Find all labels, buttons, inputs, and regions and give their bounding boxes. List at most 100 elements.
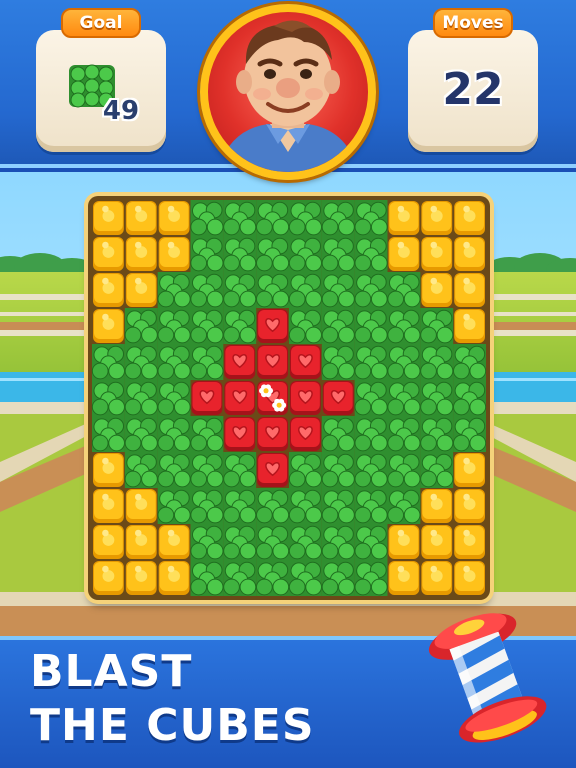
- red-heart-cube[interactable]: [191, 381, 223, 415]
- yellow-cube[interactable]: [93, 201, 124, 235]
- clover[interactable]: [354, 344, 388, 380]
- clover[interactable]: [190, 200, 224, 236]
- clover[interactable]: [288, 488, 323, 524]
- red-heart-cube-with-flower[interactable]: [257, 381, 288, 415]
- red-heart-cube[interactable]: [290, 417, 321, 451]
- red-heart-cube[interactable]: [290, 345, 321, 379]
- clover[interactable]: [387, 308, 421, 344]
- yellow-cube[interactable]: [125, 489, 157, 523]
- yellow-cube[interactable]: [421, 489, 453, 523]
- yellow-cube[interactable]: [454, 273, 485, 307]
- clover[interactable]: [354, 452, 388, 488]
- yellow-cube[interactable]: [388, 525, 420, 559]
- clover[interactable]: [190, 416, 224, 452]
- yellow-cube[interactable]: [421, 525, 453, 559]
- yellow-cube[interactable]: [388, 201, 420, 235]
- clover[interactable]: [255, 272, 290, 308]
- yellow-cube[interactable]: [388, 561, 420, 595]
- clover[interactable]: [157, 308, 191, 344]
- clover[interactable]: [387, 452, 421, 488]
- clover[interactable]: [157, 452, 191, 488]
- clover[interactable]: [223, 560, 257, 596]
- clover[interactable]: [190, 308, 224, 344]
- clover[interactable]: [321, 416, 355, 452]
- clover[interactable]: [420, 344, 454, 380]
- red-heart-cube[interactable]: [257, 417, 288, 451]
- clover[interactable]: [452, 344, 487, 380]
- yellow-cube[interactable]: [125, 525, 157, 559]
- clover[interactable]: [387, 272, 421, 308]
- yellow-cube[interactable]: [421, 561, 453, 595]
- clover[interactable]: [288, 272, 323, 308]
- clover[interactable]: [255, 200, 290, 236]
- red-heart-cube[interactable]: [322, 381, 354, 415]
- yellow-cube[interactable]: [93, 453, 124, 487]
- clover[interactable]: [321, 488, 355, 524]
- clover[interactable]: [288, 236, 323, 272]
- clover[interactable]: [255, 236, 290, 272]
- clover[interactable]: [321, 344, 355, 380]
- clover[interactable]: [190, 488, 224, 524]
- yellow-cube[interactable]: [454, 201, 485, 235]
- clover[interactable]: [420, 380, 454, 416]
- clover[interactable]: [223, 524, 257, 560]
- clover[interactable]: [190, 272, 224, 308]
- clover[interactable]: [124, 344, 158, 380]
- clover[interactable]: [157, 488, 191, 524]
- yellow-cube[interactable]: [388, 237, 420, 271]
- clover[interactable]: [387, 488, 421, 524]
- clover[interactable]: [91, 380, 126, 416]
- red-heart-cube[interactable]: [257, 453, 288, 487]
- yellow-cube[interactable]: [125, 561, 157, 595]
- clover[interactable]: [157, 416, 191, 452]
- clover[interactable]: [354, 272, 388, 308]
- clover[interactable]: [321, 560, 355, 596]
- clover[interactable]: [387, 416, 421, 452]
- red-heart-cube[interactable]: [224, 417, 256, 451]
- yellow-cube[interactable]: [93, 525, 124, 559]
- clover[interactable]: [354, 308, 388, 344]
- yellow-cube[interactable]: [158, 201, 190, 235]
- clover[interactable]: [452, 380, 487, 416]
- clover[interactable]: [124, 380, 158, 416]
- yellow-cube[interactable]: [93, 237, 124, 271]
- clover[interactable]: [288, 308, 323, 344]
- clover[interactable]: [354, 416, 388, 452]
- clover[interactable]: [354, 236, 388, 272]
- yellow-cube[interactable]: [454, 237, 485, 271]
- clover[interactable]: [354, 200, 388, 236]
- red-heart-cube[interactable]: [257, 309, 288, 343]
- yellow-cube[interactable]: [158, 237, 190, 271]
- clover[interactable]: [223, 452, 257, 488]
- clover[interactable]: [321, 236, 355, 272]
- red-heart-cube[interactable]: [224, 381, 256, 415]
- yellow-cube[interactable]: [158, 525, 190, 559]
- clover[interactable]: [354, 560, 388, 596]
- clover[interactable]: [321, 308, 355, 344]
- clover[interactable]: [354, 488, 388, 524]
- clover[interactable]: [190, 560, 224, 596]
- clover[interactable]: [157, 272, 191, 308]
- yellow-cube[interactable]: [158, 561, 190, 595]
- clover[interactable]: [223, 272, 257, 308]
- clover[interactable]: [255, 488, 290, 524]
- clover[interactable]: [190, 452, 224, 488]
- character-avatar[interactable]: [200, 4, 376, 180]
- yellow-cube[interactable]: [454, 561, 485, 595]
- clover[interactable]: [124, 416, 158, 452]
- clover[interactable]: [288, 200, 323, 236]
- yellow-cube[interactable]: [125, 201, 157, 235]
- clover[interactable]: [387, 380, 421, 416]
- yellow-cube[interactable]: [421, 201, 453, 235]
- yellow-cube[interactable]: [93, 273, 124, 307]
- red-heart-cube[interactable]: [257, 345, 288, 379]
- clover[interactable]: [387, 344, 421, 380]
- yellow-cube[interactable]: [454, 453, 485, 487]
- red-heart-cube[interactable]: [290, 381, 321, 415]
- clover[interactable]: [420, 416, 454, 452]
- yellow-cube[interactable]: [125, 273, 157, 307]
- clover[interactable]: [321, 200, 355, 236]
- clover[interactable]: [91, 416, 126, 452]
- clover[interactable]: [354, 524, 388, 560]
- clover[interactable]: [288, 452, 323, 488]
